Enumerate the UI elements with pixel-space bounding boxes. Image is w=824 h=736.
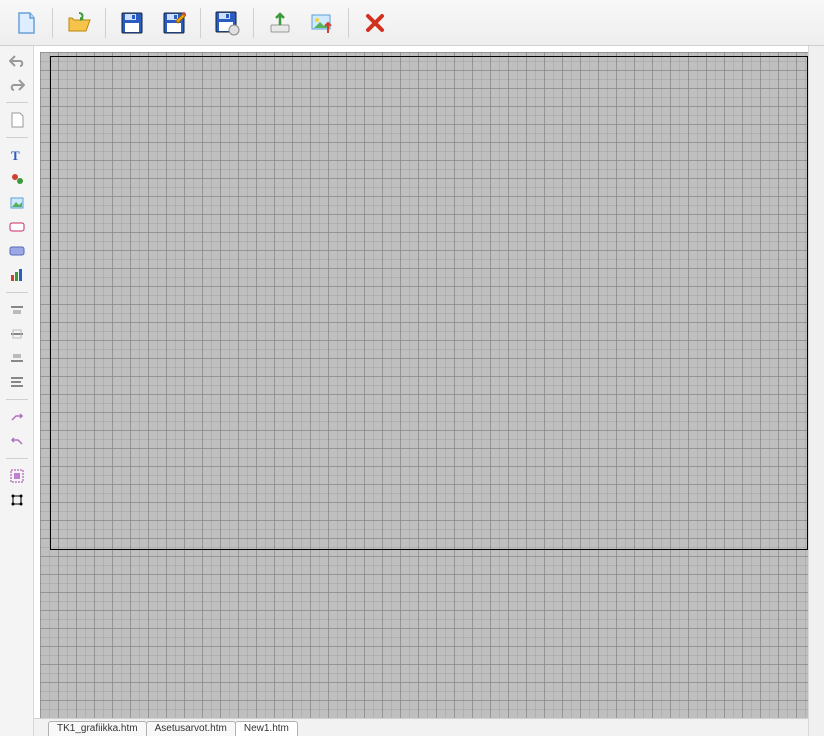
export-button[interactable] [260,5,300,41]
toolbar-separator [200,8,201,38]
page-icon [10,112,24,128]
save-all-icon [214,10,240,36]
toolbar-separator [253,8,254,38]
button-tool-button[interactable] [4,216,30,238]
main-toolbar [0,0,824,46]
align-4-button[interactable] [4,371,30,393]
document-tabs: TK1_grafiikka.htm Asetusarvot.htm New1.h… [34,718,808,736]
document-tab[interactable]: TK1_grafiikka.htm [48,721,147,736]
align-icon [10,376,24,388]
side-separator [6,458,28,459]
image-tool-button[interactable] [4,192,30,214]
text-tool-button[interactable]: T [4,144,30,166]
chart-tool-button[interactable] [4,264,30,286]
save-as-button[interactable] [154,5,194,41]
close-button[interactable] [355,5,395,41]
new-file-button[interactable] [6,5,46,41]
side-separator [6,399,28,400]
work-area: TK1_grafiikka.htm Asetusarvot.htm New1.h… [34,46,808,736]
redo-icon [9,78,25,92]
redo-button[interactable] [4,74,30,96]
align-1-button[interactable] [4,299,30,321]
side-separator [6,102,28,103]
side-separator [6,137,28,138]
save-button[interactable] [112,5,152,41]
document-tab[interactable]: Asetusarvot.htm [146,721,236,736]
chart-icon [10,268,24,282]
link-2-button[interactable] [4,430,30,452]
link-1-button[interactable] [4,406,30,428]
import-image-button[interactable] [302,5,342,41]
side-separator [6,292,28,293]
open-file-button[interactable] [59,5,99,41]
design-canvas[interactable] [40,52,808,718]
image-icon [10,197,24,209]
page-tool-button[interactable] [4,109,30,131]
field-tool-button[interactable] [4,168,30,190]
document-tab[interactable]: New1.htm [235,721,298,736]
undo-button[interactable] [4,50,30,72]
align-2-button[interactable] [4,323,30,345]
new-file-icon [13,10,39,36]
select-all-button[interactable] [4,465,30,487]
open-folder-icon [66,10,92,36]
crop-icon [10,493,24,507]
side-toolbar: T [0,46,34,736]
toolbar-separator [105,8,106,38]
toolbar-separator [52,8,53,38]
app-root: T [0,0,824,736]
select-all-icon [10,469,24,483]
toolbar-separator [348,8,349,38]
align-icon [10,353,24,363]
close-x-icon [364,12,386,34]
crop-tool-button[interactable] [4,489,30,511]
page-outline[interactable] [50,56,808,550]
align-icon [10,329,24,339]
undo-icon [9,54,25,68]
button-icon [9,222,25,232]
save-all-button[interactable] [207,5,247,41]
save-icon [120,11,144,35]
field-icon [10,172,24,186]
svg-text:T: T [11,148,20,162]
align-icon [10,305,24,315]
align-3-button[interactable] [4,347,30,369]
link-icon [10,411,24,423]
panel-icon [9,246,25,256]
main-area: T [0,46,824,736]
save-edit-icon [162,11,186,35]
import-image-icon [310,11,334,35]
link-icon [10,435,24,447]
panel-tool-button[interactable] [4,240,30,262]
text-icon: T [10,148,24,162]
export-up-icon [268,11,292,35]
vertical-scrollbar[interactable] [808,46,824,736]
